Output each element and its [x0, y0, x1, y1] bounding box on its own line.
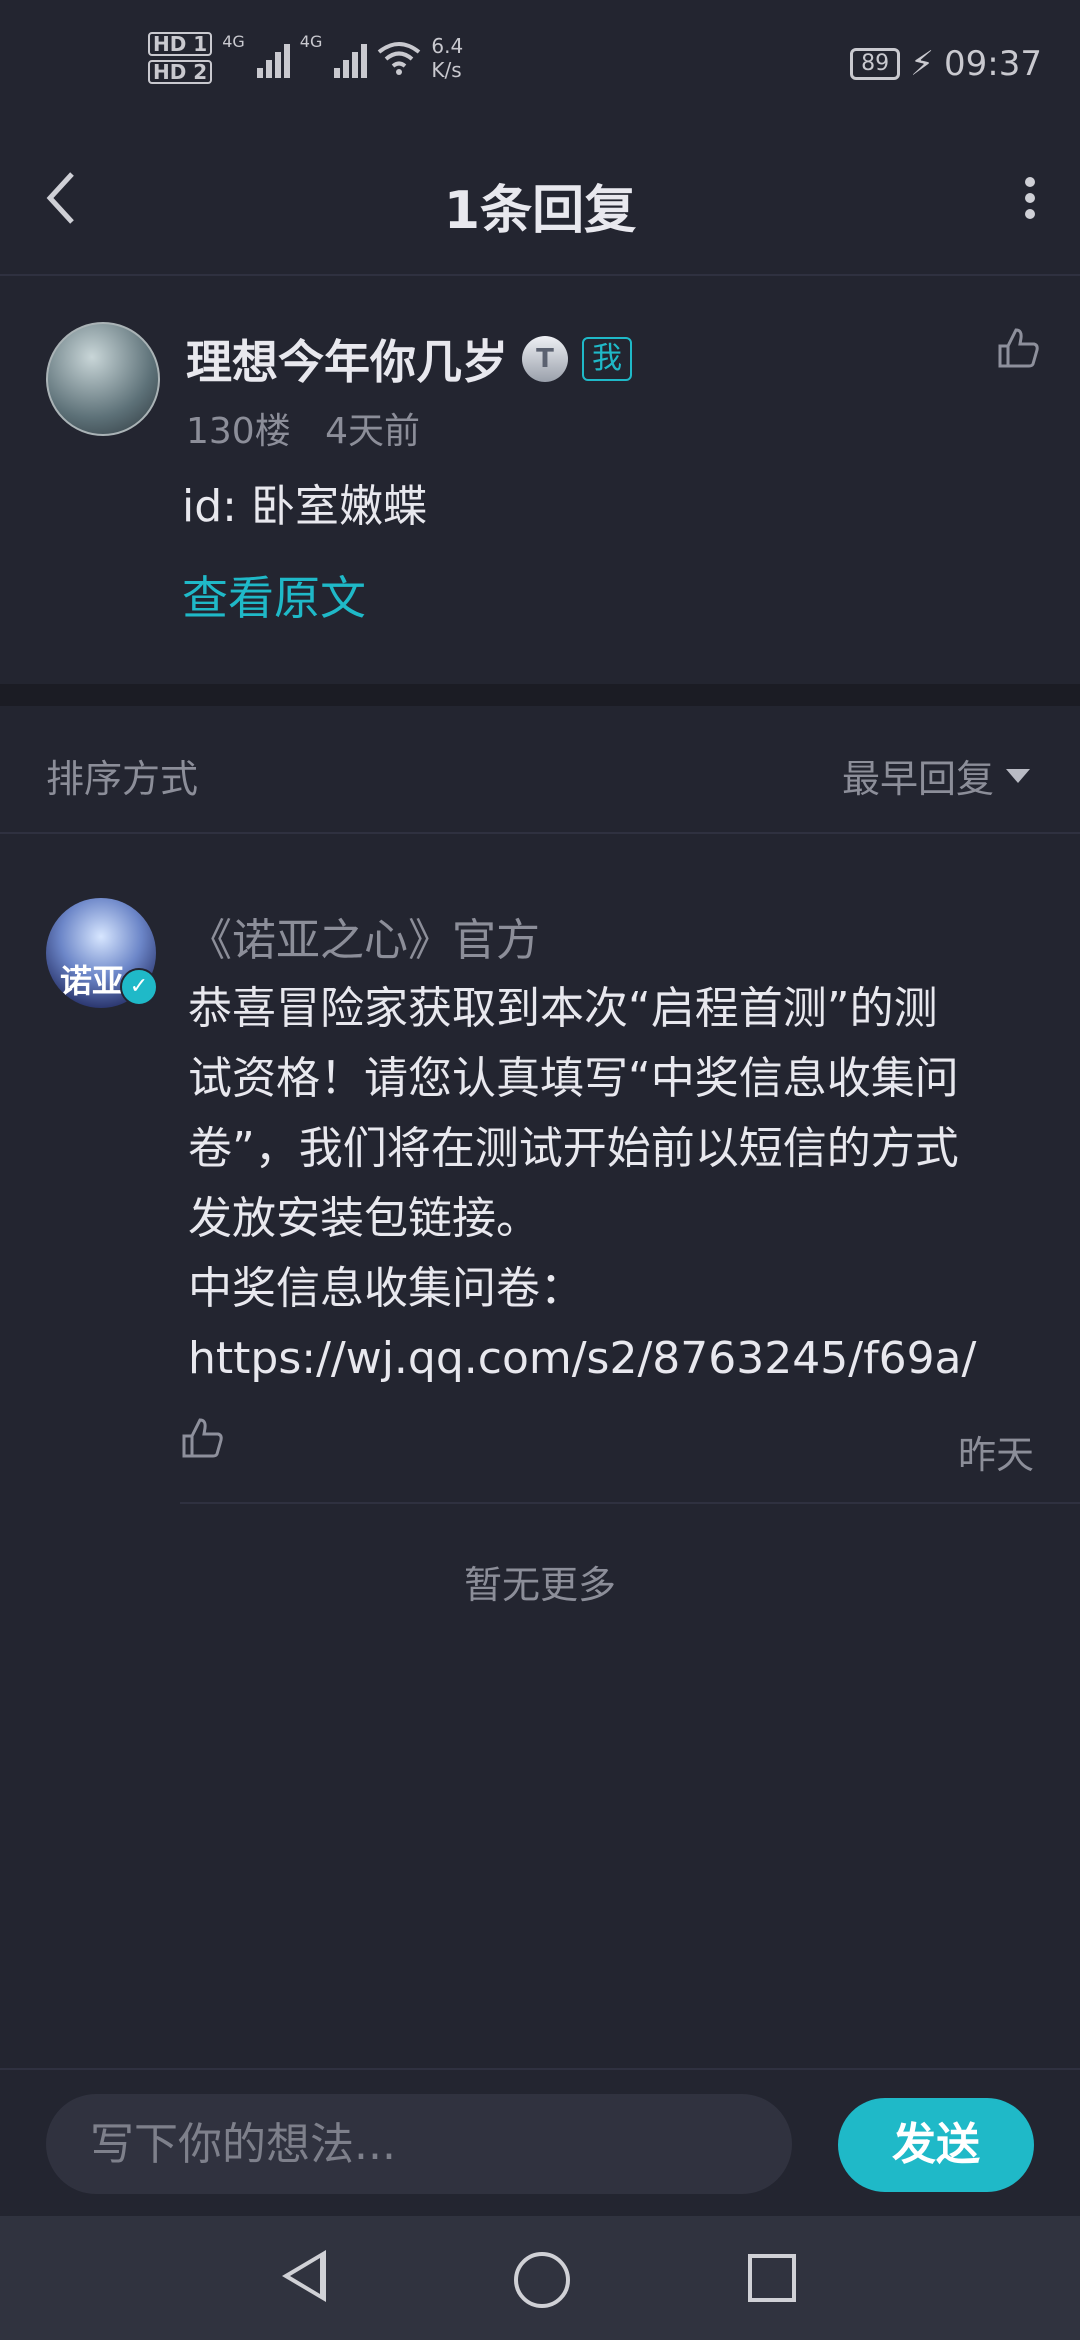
network-type-2: 4G [299, 32, 323, 51]
avatar[interactable] [46, 322, 160, 436]
thumbs-up-icon[interactable] [996, 326, 1040, 381]
charging-icon: ⚡ [910, 44, 935, 84]
header: 1条回复 [0, 130, 1080, 276]
comment-input[interactable] [46, 2094, 792, 2194]
comment-input-bar: 发送 [0, 2068, 1080, 2218]
signal-icon [256, 38, 290, 78]
clock: 09:37 [944, 44, 1042, 84]
hd-indicator: HD 1 HD 2 [148, 32, 213, 84]
avatar-text: 诺亚 [60, 962, 125, 1000]
reply-content: 恭喜冒险家获取到本次“启程首测”的测 试资格！请您认真填写“中奖信息收集问 卷”… [188, 983, 977, 1384]
reply-time: 昨天 [957, 1433, 1034, 1477]
sort-label: 排序方式 [46, 757, 199, 801]
reply-author[interactable]: 《诺亚之心》官方 [188, 904, 540, 968]
username[interactable]: 理想今年你几岁 [186, 326, 508, 392]
wifi-icon [378, 42, 421, 75]
network-type-1: 4G [222, 32, 245, 51]
view-original-link[interactable]: 查看原文 [182, 562, 366, 628]
section-divider [0, 684, 1080, 706]
nav-recent-apps-icon[interactable] [748, 2254, 796, 2302]
post-content: id: 卧室嫩蝶 [182, 481, 427, 532]
battery-icon: 89 [850, 48, 901, 80]
status-right: 89 ⚡ 09:37 [850, 44, 1042, 84]
hd1-label: HD 1 [148, 32, 213, 56]
status-bar: HD 1 HD 2 4G 4G 6.4 K/s 89 ⚡ 09:37 [0, 0, 1080, 130]
network-speed: 6.4 K/s [431, 34, 463, 82]
signal-icon [334, 38, 368, 78]
divider [180, 1502, 1080, 1504]
status-left: HD 1 HD 2 4G 4G 6.4 K/s [148, 32, 463, 84]
nav-home-icon[interactable] [514, 2252, 570, 2308]
sort-dropdown[interactable]: 最早回复 [842, 748, 1030, 803]
more-options-icon[interactable] [1024, 174, 1036, 230]
me-tag: 我 [582, 337, 632, 381]
nav-back-icon-inner [290, 2258, 320, 2294]
thumbs-up-icon[interactable] [180, 1416, 224, 1471]
speed-unit: K/s [431, 58, 462, 82]
level-badge-icon: T [522, 336, 568, 382]
no-more-text: 暂无更多 [463, 1563, 616, 1607]
original-post: 理想今年你几岁 T 我 130楼 4天前 id: 卧室嫩蝶 查看原文 [0, 276, 1080, 684]
send-button[interactable]: 发送 [838, 2098, 1034, 2192]
post-meta: 130楼 4天前 [186, 402, 420, 454]
sort-value[interactable]: 最早回复 [842, 748, 994, 803]
speed-value: 6.4 [431, 34, 464, 58]
page-title: 1条回复 [443, 181, 637, 241]
system-nav-bar [0, 2216, 1080, 2340]
floor-number: 130楼 [186, 411, 291, 452]
post-author: 理想今年你几岁 T 我 [186, 326, 632, 392]
verified-icon: ✓ [120, 968, 158, 1006]
sort-bar: 排序方式 最早回复 [0, 706, 1080, 834]
hd2-label: HD 2 [148, 60, 213, 84]
caret-down-icon[interactable] [1006, 768, 1030, 783]
post-time: 4天前 [325, 411, 420, 452]
reply-item: 诺亚 ✓ 《诺亚之心》官方 恭喜冒险家获取到本次“启程首测”的测 试资格！请您认… [0, 834, 1080, 1504]
